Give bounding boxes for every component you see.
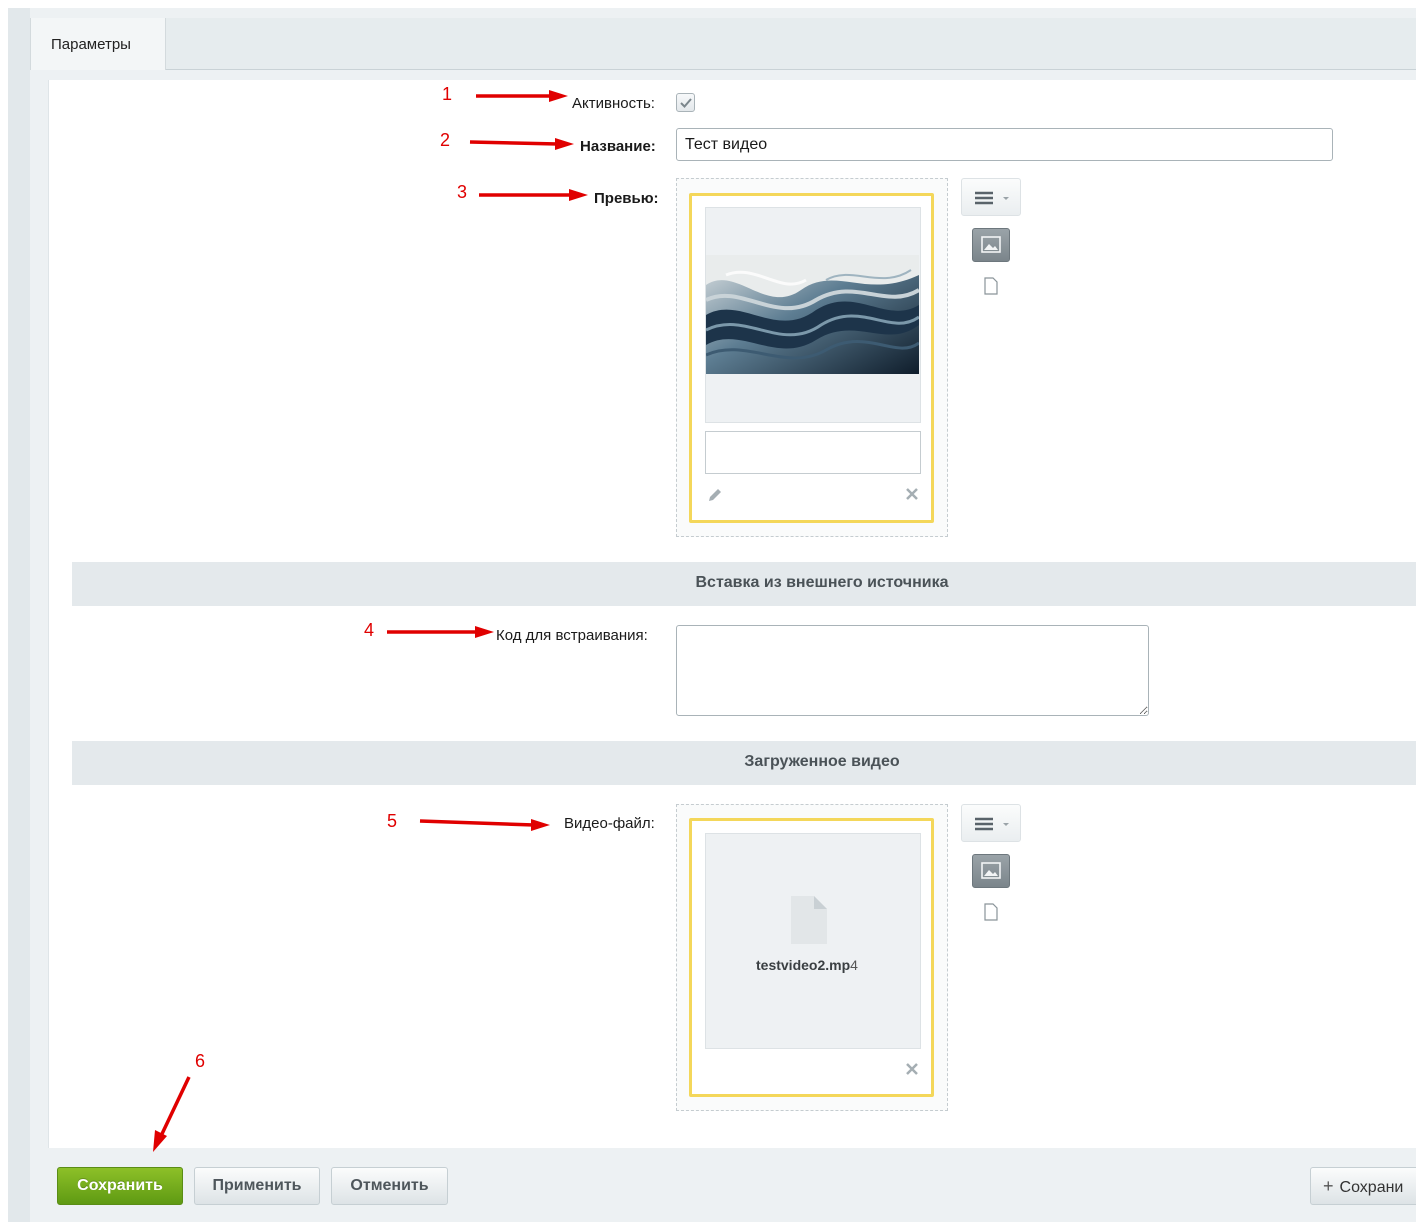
document-icon: [984, 277, 998, 295]
annotation-1: 1: [442, 84, 453, 104]
annotation-2: 2: [440, 130, 451, 150]
name-input[interactable]: [676, 128, 1333, 161]
save-and-add-label: Сохрани: [1339, 1178, 1404, 1196]
preview-label: Превью:: [594, 190, 659, 207]
save-button[interactable]: Сохранить: [57, 1167, 183, 1205]
image-icon: [981, 236, 1001, 253]
preview-document-button[interactable]: [983, 277, 999, 300]
video-file-label: Видео-файл:: [564, 815, 655, 832]
video-close-icon[interactable]: [904, 1061, 920, 1082]
preview-menu-button[interactable]: [961, 178, 1021, 216]
annotation-5: 5: [387, 811, 398, 831]
active-checkbox[interactable]: [676, 93, 695, 112]
video-image-button[interactable]: [972, 854, 1010, 888]
embed-code-label: Код для встраивания:: [496, 627, 648, 644]
check-icon: [680, 98, 692, 108]
left-rail: [8, 8, 30, 1222]
video-document-icon: [984, 903, 998, 921]
video-menu-button[interactable]: [961, 804, 1021, 842]
pencil-icon[interactable]: [706, 486, 724, 509]
file-icon: [791, 896, 827, 944]
section-uploaded-video: Загруженное видео: [72, 741, 1416, 785]
apply-button[interactable]: Применить: [194, 1167, 320, 1205]
annotation-6: 6: [195, 1051, 206, 1071]
preview-image-button[interactable]: [972, 228, 1010, 262]
video-file-name-base: testvideo2.mp: [756, 957, 851, 973]
video-image-icon: [981, 862, 1001, 879]
video-file-name-ext: 4: [850, 957, 858, 973]
video-menu-icon: [975, 817, 1009, 831]
tab-parameters[interactable]: Параметры: [30, 18, 166, 70]
video-file-name: testvideo2.mp4: [756, 957, 858, 973]
annotation-3: 3: [457, 182, 468, 202]
tab-bar: Параметры: [30, 18, 1416, 70]
annotation-4: 4: [364, 620, 375, 640]
embed-code-textarea[interactable]: [676, 625, 1149, 716]
save-and-add-button[interactable]: + Сохрани: [1310, 1167, 1416, 1205]
active-label: Активность:: [572, 95, 655, 112]
preview-image[interactable]: [706, 255, 919, 374]
section-external-source: Вставка из внешнего источника: [72, 562, 1416, 606]
preview-description-input[interactable]: [705, 431, 921, 474]
menu-icon: [975, 191, 1009, 205]
cancel-button[interactable]: Отменить: [331, 1167, 448, 1205]
video-document-button[interactable]: [983, 903, 999, 926]
name-label: Название:: [580, 138, 656, 155]
plus-icon: +: [1323, 1175, 1334, 1196]
close-icon[interactable]: [904, 486, 920, 507]
